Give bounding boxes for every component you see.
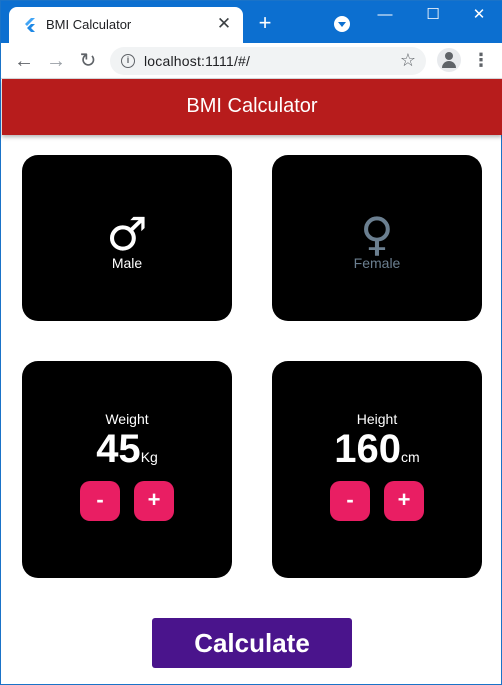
weight-label: Weight (105, 411, 149, 427)
male-card[interactable]: ♂ Male (22, 155, 232, 321)
info-icon[interactable]: i (121, 54, 135, 68)
male-icon: ♂ (106, 207, 148, 261)
height-decrement-button[interactable]: - (330, 481, 370, 521)
female-label: Female (353, 255, 401, 271)
browser-tab[interactable]: BMI Calculator ✕ (9, 7, 243, 43)
reload-icon[interactable]: ↻ (77, 50, 99, 72)
height-label: Height (356, 411, 398, 427)
height-value: 160 (334, 427, 402, 471)
close-tab-icon[interactable]: ✕ (215, 15, 233, 33)
height-card: Height 160cm - + (272, 361, 482, 578)
weight-value: 45 (96, 427, 141, 471)
profile-avatar-icon[interactable] (437, 48, 461, 72)
bookmark-star-icon[interactable]: ☆ (400, 50, 416, 71)
browser-toolbar: ← → ↻ i localhost:1111/#/ ☆ ⋮ (1, 43, 502, 79)
female-icon: ♀ (360, 207, 394, 261)
flutter-icon (25, 18, 35, 32)
app-bar: BMI Calculator (2, 79, 502, 135)
calculate-button[interactable]: Calculate (152, 618, 352, 668)
weight-unit: Kg (140, 449, 158, 465)
tab-search-icon[interactable] (334, 16, 350, 32)
weight-decrement-button[interactable]: - (80, 481, 120, 521)
new-tab-icon[interactable]: + (255, 12, 275, 34)
female-card[interactable]: ♀ Female (272, 155, 482, 321)
tab-title: BMI Calculator (46, 17, 132, 32)
url-text[interactable]: localhost:1111/#/ (144, 53, 250, 69)
more-menu-icon[interactable]: ⋮ (471, 49, 491, 71)
close-window-icon[interactable]: ✕ (467, 5, 491, 25)
minimize-icon[interactable]: — (373, 5, 397, 25)
forward-icon[interactable]: → (45, 50, 67, 72)
height-increment-button[interactable]: + (384, 481, 424, 521)
address-bar[interactable]: i localhost:1111/#/ ☆ (110, 47, 426, 75)
height-value-row: 160cm (272, 427, 482, 472)
weight-increment-button[interactable]: + (134, 481, 174, 521)
title-bar: BMI Calculator ✕ + — ☐ ✕ (1, 1, 502, 43)
weight-card: Weight 45Kg - + (22, 361, 232, 578)
browser-window: BMI Calculator ✕ + — ☐ ✕ ← → ↻ i localho… (0, 0, 502, 685)
height-unit: cm (401, 449, 420, 465)
weight-value-row: 45Kg (22, 427, 232, 472)
maximize-icon[interactable]: ☐ (421, 5, 445, 25)
male-label: Male (111, 255, 143, 271)
back-icon[interactable]: ← (13, 50, 35, 72)
page-title: BMI Calculator (186, 95, 318, 117)
